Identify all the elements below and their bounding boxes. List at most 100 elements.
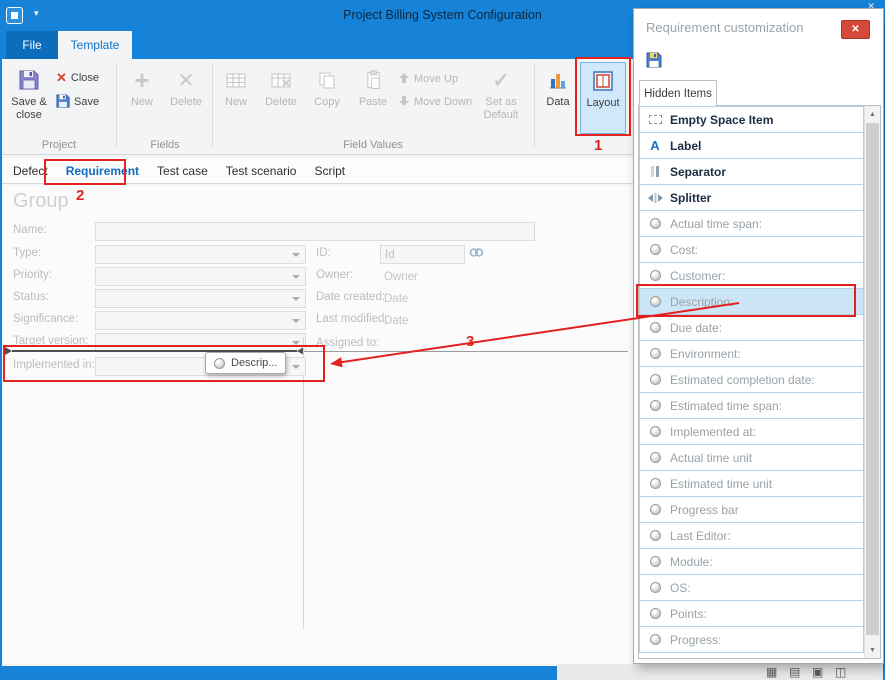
list-item-estimated-time-unit[interactable]: Estimated time unit [639,470,864,497]
list-item-actual-time-span[interactable]: Actual time span: [639,210,864,237]
list-item-cost[interactable]: Cost: [639,236,864,263]
hidden-items-list: Empty Space Item ALabel Separator Splitt… [638,105,881,659]
panel-close-button[interactable]: ✕ [841,20,870,39]
copy-button: Copy [306,62,348,134]
status-combo[interactable] [95,289,306,308]
list-item-progress[interactable]: Progress: [639,626,864,653]
tab-hidden-items[interactable]: Hidden Items [639,80,717,106]
data-button[interactable]: Data [540,62,576,134]
list-item-empty-space[interactable]: Empty Space Item [639,106,864,133]
group-header: Group [13,190,69,213]
delete-value-label: Delete [265,96,297,109]
list-item-module[interactable]: Module: [639,548,864,575]
list-item-os[interactable]: OS: [639,574,864,601]
group-separator [212,63,213,147]
significance-label: Significance: [13,313,78,325]
field-icon [647,530,663,541]
ribbon-group-project: Save & close ✕ Close Save Project [4,59,114,154]
field-icon [647,452,663,463]
ribbon-group-label-project: Project [4,139,114,151]
tab-test-case[interactable]: Test case [148,164,217,178]
annotation-step-1: 1 [594,137,602,154]
customization-panel: Requirement customization ✕ Hidden Items… [633,8,884,664]
field-icon [647,322,663,333]
form-area: Group Name: Type: ID: Id Priority: Owner… [3,185,633,664]
annotation-step-2: 2 [76,187,84,204]
statusbar-columns-icon[interactable]: ◫ [835,665,846,679]
field-icon [647,556,663,567]
delete-icon: ✕ [178,66,195,94]
list-item-splitter[interactable]: Splitter [639,184,864,211]
field-icon [647,478,663,489]
list-item-progress-bar[interactable]: Progress bar [639,496,864,523]
date-created-field: Date [380,289,530,308]
save-icon [56,94,70,111]
close-icon: ✕ [56,70,67,86]
annotation-box-layout [575,57,631,136]
link-icon [469,246,484,262]
ribbon-tab-file[interactable]: File [6,31,58,59]
delete-field-button: ✕ Delete [164,62,208,134]
window-bottom-frame [0,666,557,680]
group-separator [116,63,117,147]
owner-label: Owner: [316,269,353,281]
list-item-estimated-time-span[interactable]: Estimated time span: [639,392,864,419]
save-close-label: Save & close [6,96,52,122]
scrollbar-thumb[interactable] [866,123,879,635]
move-up-button: Move Up [398,69,458,89]
annotation-box-drop-target [3,345,325,382]
table-delete-icon [271,66,291,94]
list-item-due-date[interactable]: Due date: [639,314,864,341]
field-icon [647,374,663,385]
list-item-implemented-at[interactable]: Implemented at: [639,418,864,445]
list-item-estimated-completion-date[interactable]: Estimated completion date: [639,366,864,393]
assigned-to-label: Assigned to: [316,337,379,349]
field-icon [647,218,663,229]
list-item-label[interactable]: ALabel [639,132,864,159]
statusbar-grid-icon[interactable]: ▦ [766,665,777,679]
significance-combo[interactable] [95,311,306,330]
tab-test-scenario[interactable]: Test scenario [217,164,306,178]
close-button[interactable]: ✕ Close [56,68,99,88]
hidden-items-tab-label: Hidden Items [644,88,712,100]
list-item-environment[interactable]: Environment: [639,340,864,367]
name-label: Name: [13,224,47,236]
list-item-actual-time-unit[interactable]: Actual time unit [639,444,864,471]
row-boundary-line [304,351,628,352]
name-input[interactable] [95,222,535,241]
set-as-default-label: Set as Default [472,96,530,122]
type-combo[interactable] [95,245,306,264]
field-icon [647,270,663,281]
list-item-points[interactable]: Points: [639,600,864,627]
annotation-box-requirement [44,159,126,185]
ribbon-tab-template[interactable]: Template [58,31,132,59]
list-item-separator[interactable]: Separator [639,158,864,185]
ribbon-group-label-field-values: Field Values [214,139,532,151]
priority-combo[interactable] [95,267,306,286]
save-and-close-button[interactable]: Save & close [6,62,52,134]
field-icon [647,426,663,437]
id-input: Id [380,245,465,264]
panel-title: Requirement customization [646,20,804,35]
plus-icon: + [134,66,149,94]
move-up-label: Move Up [414,73,458,85]
list-item-last-editor[interactable]: Last Editor: [639,522,864,549]
separator-icon [647,165,663,178]
close-icon: ✕ [851,24,859,35]
copy-label: Copy [314,96,340,109]
panel-save-button[interactable] [643,50,665,72]
field-icon [647,244,663,255]
group-separator [534,63,535,147]
table-new-icon [226,66,246,94]
statusbar-square-icon[interactable]: ▣ [812,665,823,679]
owner-field: Owner [380,267,530,286]
save-button[interactable]: Save [56,92,99,112]
annotation-box-description-item [636,284,856,317]
scroll-down-button[interactable]: ▼ [865,642,880,658]
arrow-up-icon [398,72,410,87]
tab-script[interactable]: Script [305,164,354,178]
statusbar-rows-icon[interactable]: ▤ [789,665,800,679]
delete-field-label: Delete [170,96,202,109]
field-icon [647,504,663,515]
scroll-up-button[interactable]: ▲ [865,106,880,122]
